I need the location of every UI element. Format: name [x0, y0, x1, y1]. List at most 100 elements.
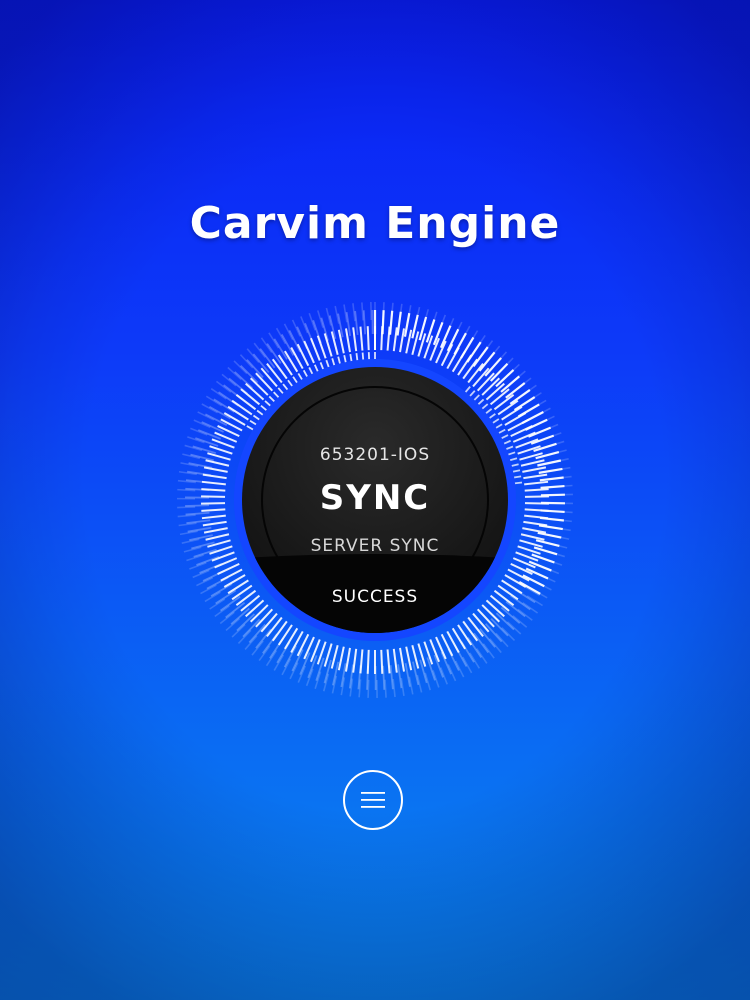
- gauge-tick: [386, 326, 391, 351]
- gauge-tick: [289, 662, 299, 680]
- gauge-tick: [538, 524, 563, 531]
- gauge-tick: [386, 649, 391, 674]
- gauge-tick: [245, 382, 265, 401]
- gauge-tick: [528, 426, 552, 438]
- gauge-tick: [366, 649, 370, 674]
- gauge-tick: [283, 323, 294, 341]
- gauge-tick: [352, 648, 358, 673]
- gauge-tick: [396, 311, 402, 336]
- gauge-tick: [215, 380, 232, 393]
- gauge-tick: [239, 354, 254, 369]
- gauge-tick: [291, 649, 304, 672]
- gauge-tick: [439, 325, 452, 349]
- gauge-tick: [258, 645, 271, 662]
- gauge-tick: [214, 605, 230, 618]
- gauge-tick: [382, 665, 386, 690]
- gauge-tick: [361, 302, 364, 321]
- gauge-tick: [291, 319, 301, 337]
- gauge-tick: [221, 373, 237, 387]
- gauge-tick: [244, 635, 258, 650]
- gauge-tick: [233, 360, 248, 375]
- gauge-tick: [538, 467, 563, 474]
- gauge-tick: [266, 616, 283, 637]
- gauge-tick: [315, 657, 325, 681]
- gauge-tick: [501, 627, 516, 642]
- gauge-tick: [446, 328, 460, 352]
- gauge-tick: [467, 616, 484, 637]
- gauge-tick: [196, 577, 214, 587]
- gauge-tick: [210, 388, 227, 400]
- gauge-tick: [392, 327, 398, 352]
- gauge-tick: [493, 394, 515, 411]
- gauge-tick: [389, 665, 394, 690]
- gauge-tick: [273, 654, 285, 671]
- gauge-tick: [454, 660, 465, 678]
- gauge-tick: [227, 366, 242, 381]
- gauge-tick: [482, 643, 495, 659]
- gauge-tick: [405, 329, 413, 354]
- status-band: [242, 554, 508, 633]
- gauge-tick: [271, 620, 288, 642]
- gauge-tick: [512, 615, 528, 628]
- gauge-tick: [517, 608, 533, 621]
- gauge-tick: [323, 333, 333, 357]
- gauge-tick: [359, 649, 364, 674]
- gauge-tick: [433, 654, 444, 678]
- gauge-tick: [253, 342, 266, 358]
- gauge-tick: [440, 651, 452, 675]
- gauge-tick: [255, 608, 274, 628]
- gauge-tick: [417, 333, 427, 357]
- gauge-tick: [495, 632, 509, 648]
- gauge-tick: [316, 335, 327, 359]
- gauge-tick: [352, 327, 358, 352]
- gauge-tick: [522, 527, 547, 534]
- gauge-tick: [403, 312, 411, 337]
- gauge-tick: [249, 377, 269, 396]
- gauge-tick: [392, 648, 398, 673]
- sync-label: SYNC: [319, 478, 431, 518]
- gauge-tick: [462, 358, 479, 380]
- gauge-tick: [316, 641, 327, 665]
- gauge-tick: [489, 638, 502, 654]
- gauge-tick: [404, 663, 411, 687]
- gauge-tick: [523, 520, 548, 527]
- gauge-tick: [362, 310, 367, 335]
- gauge-tick: [469, 652, 481, 669]
- gauge-tick: [462, 656, 473, 674]
- gauge-tick: [193, 419, 211, 429]
- gauge-tick: [201, 403, 218, 414]
- gauge-tick: [354, 310, 359, 336]
- gauge-tick: [197, 411, 215, 421]
- gauge-tick: [225, 617, 241, 632]
- gauge-tick: [344, 647, 351, 672]
- gauge-tick: [260, 367, 278, 388]
- gauge-tick: [447, 664, 457, 682]
- gauge-tick: [275, 327, 287, 345]
- device-id: 653201-IOS: [319, 445, 431, 465]
- gauge-tick: [359, 326, 364, 351]
- gauge-tick: [219, 611, 235, 625]
- menu-button[interactable]: [343, 770, 403, 830]
- gauge-tick: [399, 328, 406, 353]
- gauge-tick: [281, 658, 292, 676]
- gauge-tick: [231, 624, 246, 638]
- gauge-tick: [260, 612, 278, 633]
- gauge-tick: [265, 650, 278, 667]
- gauge-tick: [251, 640, 264, 656]
- gauge-tick: [186, 519, 211, 525]
- gauge-tick: [397, 664, 403, 689]
- gauge-tick: [384, 679, 387, 698]
- gauge-tick: [320, 317, 329, 342]
- gauge-tick: [202, 520, 227, 527]
- gauge-tick: [380, 649, 384, 674]
- gauge-tick: [268, 332, 280, 349]
- gauge-tick: [205, 395, 223, 407]
- gauge-tick: [506, 621, 522, 635]
- sync-status: SUCCESS: [331, 587, 419, 607]
- gauge-tick: [246, 348, 260, 364]
- gauge-tick: [467, 363, 484, 384]
- gauge-tick: [235, 394, 257, 411]
- gauge-tick: [240, 388, 261, 406]
- gauge-tick: [196, 555, 220, 566]
- gauge-tick: [297, 665, 306, 683]
